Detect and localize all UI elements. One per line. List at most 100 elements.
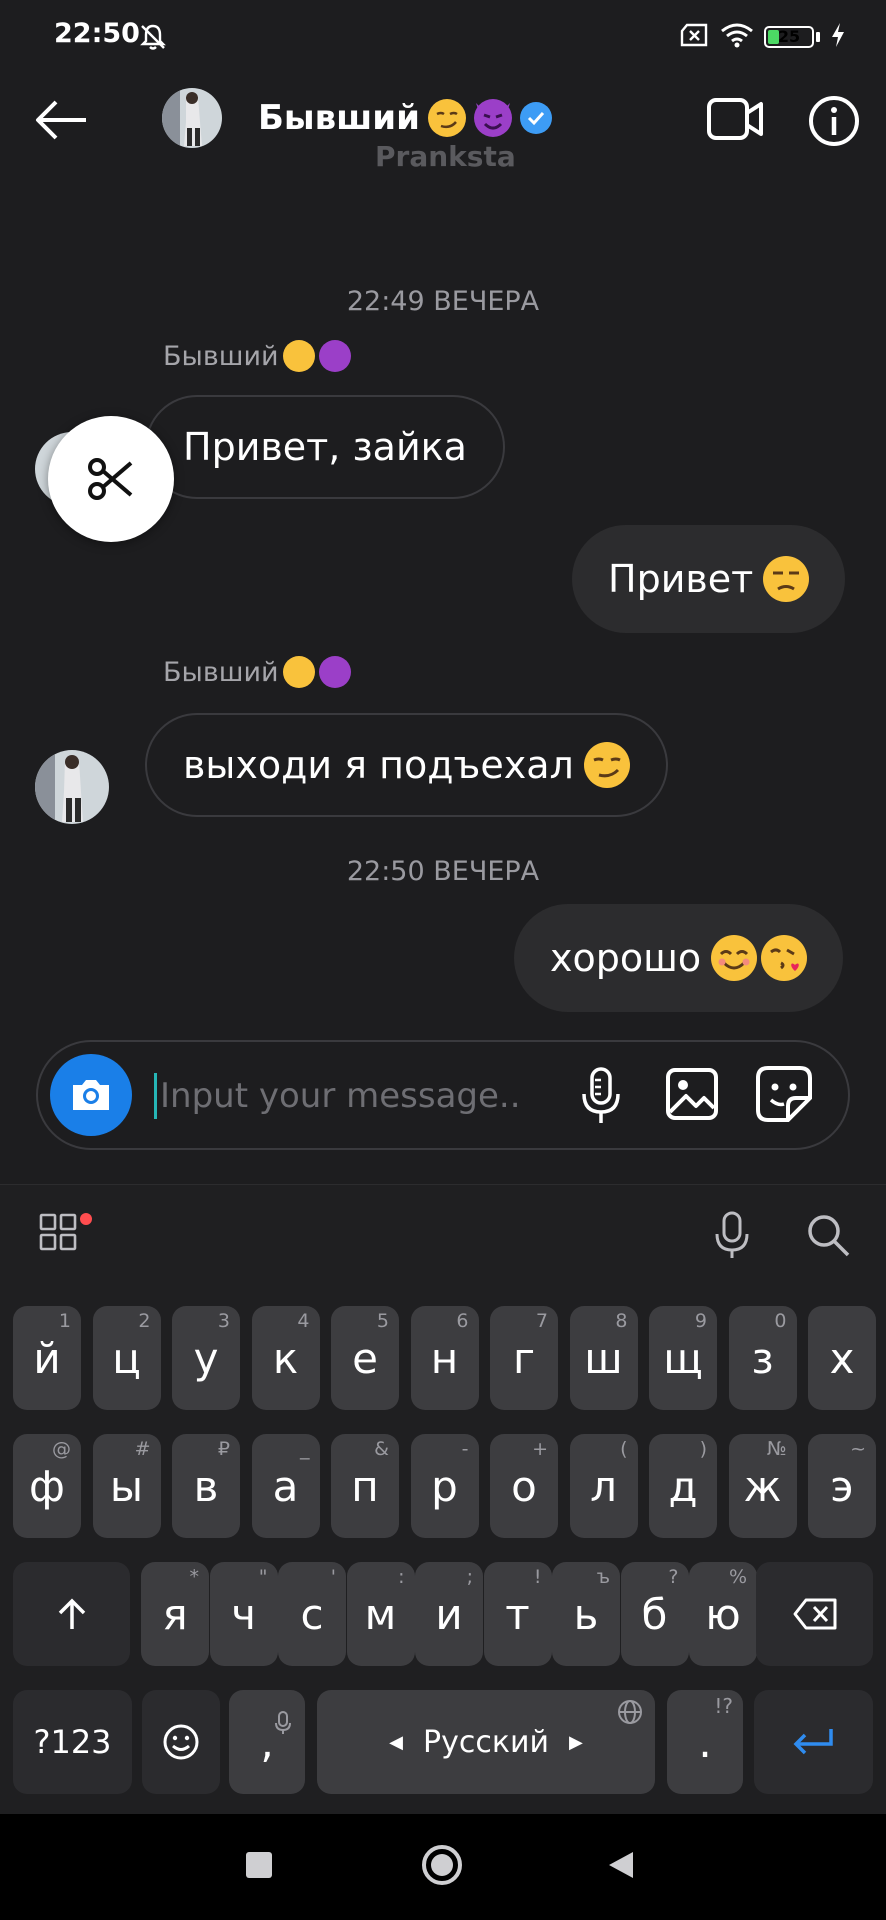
key-label: й	[33, 1333, 61, 1383]
sticker-icon	[756, 1066, 812, 1122]
key-а[interactable]: _ а	[251, 1434, 320, 1538]
smirk-emoji-icon	[282, 656, 315, 688]
message-bubble-outgoing[interactable]: хорошо	[514, 904, 844, 1012]
system-back-button[interactable]	[607, 1850, 635, 1880]
key-х[interactable]: х	[808, 1306, 876, 1410]
devil-emoji-icon	[318, 340, 351, 372]
smiling-emoji-icon	[711, 935, 758, 981]
smiley-icon	[163, 1724, 199, 1760]
key-л[interactable]: (л	[569, 1434, 638, 1538]
voice-message-button[interactable]	[575, 1066, 627, 1126]
message-bubble-outgoing[interactable]: Привет	[572, 525, 846, 633]
keyboard-search-button[interactable]	[805, 1212, 851, 1258]
keyboard-menu-button[interactable]	[38, 1212, 78, 1252]
recents-button[interactable]	[246, 1852, 272, 1878]
sender-avatar[interactable]	[35, 750, 109, 824]
home-button[interactable]	[420, 1843, 464, 1887]
key-э[interactable]: ~ э	[808, 1434, 876, 1538]
key-hint: 5	[376, 1310, 389, 1332]
camera-button[interactable]	[50, 1054, 132, 1136]
key-о[interactable]: + о	[490, 1434, 558, 1538]
status-icons: 25	[680, 22, 846, 52]
key-й[interactable]: 1й	[13, 1306, 81, 1410]
gallery-button[interactable]	[664, 1066, 720, 1122]
sender-name: Бывший	[163, 340, 279, 372]
globe-icon	[617, 1698, 643, 1733]
cut-button[interactable]	[48, 416, 174, 542]
key-label: с	[300, 1589, 324, 1639]
triangle-back-icon	[609, 1852, 633, 1878]
key-р[interactable]: -р	[410, 1434, 479, 1538]
key-з[interactable]: 0з	[728, 1306, 797, 1410]
shift-key[interactable]	[13, 1562, 130, 1666]
key-hint: 0	[774, 1310, 787, 1332]
key-ы[interactable]: # ы	[92, 1434, 161, 1538]
key-ф[interactable]: @ ф	[13, 1434, 81, 1538]
sticker-button[interactable]	[754, 1064, 814, 1124]
key-label: г	[512, 1333, 536, 1383]
key-label: з	[751, 1333, 774, 1383]
key-hint: -	[461, 1438, 469, 1460]
message-text: Привет, зайка	[183, 425, 467, 469]
key-ц[interactable]: 2ц	[92, 1306, 161, 1410]
key-и[interactable]: ; и	[415, 1562, 483, 1666]
comma-key[interactable]: ,	[229, 1690, 305, 1794]
space-key[interactable]: ◀ Русский ▶	[317, 1690, 655, 1794]
key-у[interactable]: 3у	[172, 1306, 240, 1410]
key-hint: 8	[615, 1310, 628, 1332]
key-в[interactable]: ₽ в	[172, 1434, 240, 1538]
message-bubble-incoming[interactable]: выходи я подъехал	[145, 713, 668, 817]
enter-key[interactable]	[754, 1690, 873, 1794]
contact-avatar[interactable]	[162, 88, 222, 148]
key-я[interactable]: * я	[141, 1562, 209, 1666]
message-bubble-incoming[interactable]: Привет, зайка	[145, 395, 505, 499]
period-key[interactable]: !? .	[667, 1690, 743, 1794]
key-к[interactable]: 4к	[251, 1306, 320, 1410]
search-icon	[808, 1215, 850, 1257]
key-е[interactable]: 5е	[331, 1306, 399, 1410]
keyboard-voice-button[interactable]	[710, 1210, 754, 1260]
key-ю[interactable]: % ю	[689, 1562, 757, 1666]
backspace-icon	[793, 1598, 836, 1630]
video-call-button[interactable]	[706, 94, 764, 144]
key-hint: 1	[58, 1310, 71, 1332]
key-д[interactable]: ) д	[649, 1434, 717, 1538]
language-label: Русский	[423, 1724, 549, 1760]
backspace-key[interactable]	[756, 1562, 873, 1666]
period-hint: !?	[714, 1694, 733, 1718]
contact-name[interactable]: Бывший	[258, 98, 552, 138]
key-б[interactable]: ? б	[620, 1562, 689, 1666]
key-hint: 2	[138, 1310, 151, 1332]
key-hint: ~	[850, 1438, 866, 1460]
bell-muted-icon	[138, 22, 168, 52]
key-м[interactable]: :м	[346, 1562, 415, 1666]
key-hint: %	[728, 1566, 747, 1588]
arrow-left-icon	[36, 100, 86, 140]
smirk-emoji-icon	[427, 99, 466, 137]
emoji-key[interactable]	[142, 1690, 220, 1794]
key-label: ж	[743, 1461, 782, 1511]
key-ш[interactable]: 8ш	[569, 1306, 638, 1410]
key-ж[interactable]: № ж	[728, 1434, 797, 1538]
key-label: ф	[29, 1461, 65, 1511]
key-hint: !	[533, 1566, 542, 1588]
home-circle-icon	[422, 1845, 462, 1885]
info-button[interactable]	[808, 95, 860, 147]
key-ч[interactable]: " ч	[209, 1562, 278, 1666]
message-input[interactable]	[160, 1068, 520, 1124]
back-button[interactable]	[30, 95, 94, 145]
key-п[interactable]: & п	[331, 1434, 399, 1538]
status-time: 22:50	[54, 18, 140, 49]
key-ь[interactable]: ъь	[552, 1562, 620, 1666]
contact-name-text: Бывший	[258, 98, 420, 138]
text-caret	[154, 1073, 157, 1119]
key-label: е	[352, 1333, 378, 1383]
key-н[interactable]: 6н	[410, 1306, 479, 1410]
key-label: я	[162, 1589, 188, 1639]
key-т[interactable]: ! т	[483, 1562, 552, 1666]
key-г[interactable]: 7г	[490, 1306, 558, 1410]
symbols-key[interactable]: ?123	[13, 1690, 132, 1794]
key-щ[interactable]: 9щ	[649, 1306, 717, 1410]
key-hint: @	[52, 1438, 71, 1460]
key-с[interactable]: ' с	[278, 1562, 346, 1666]
